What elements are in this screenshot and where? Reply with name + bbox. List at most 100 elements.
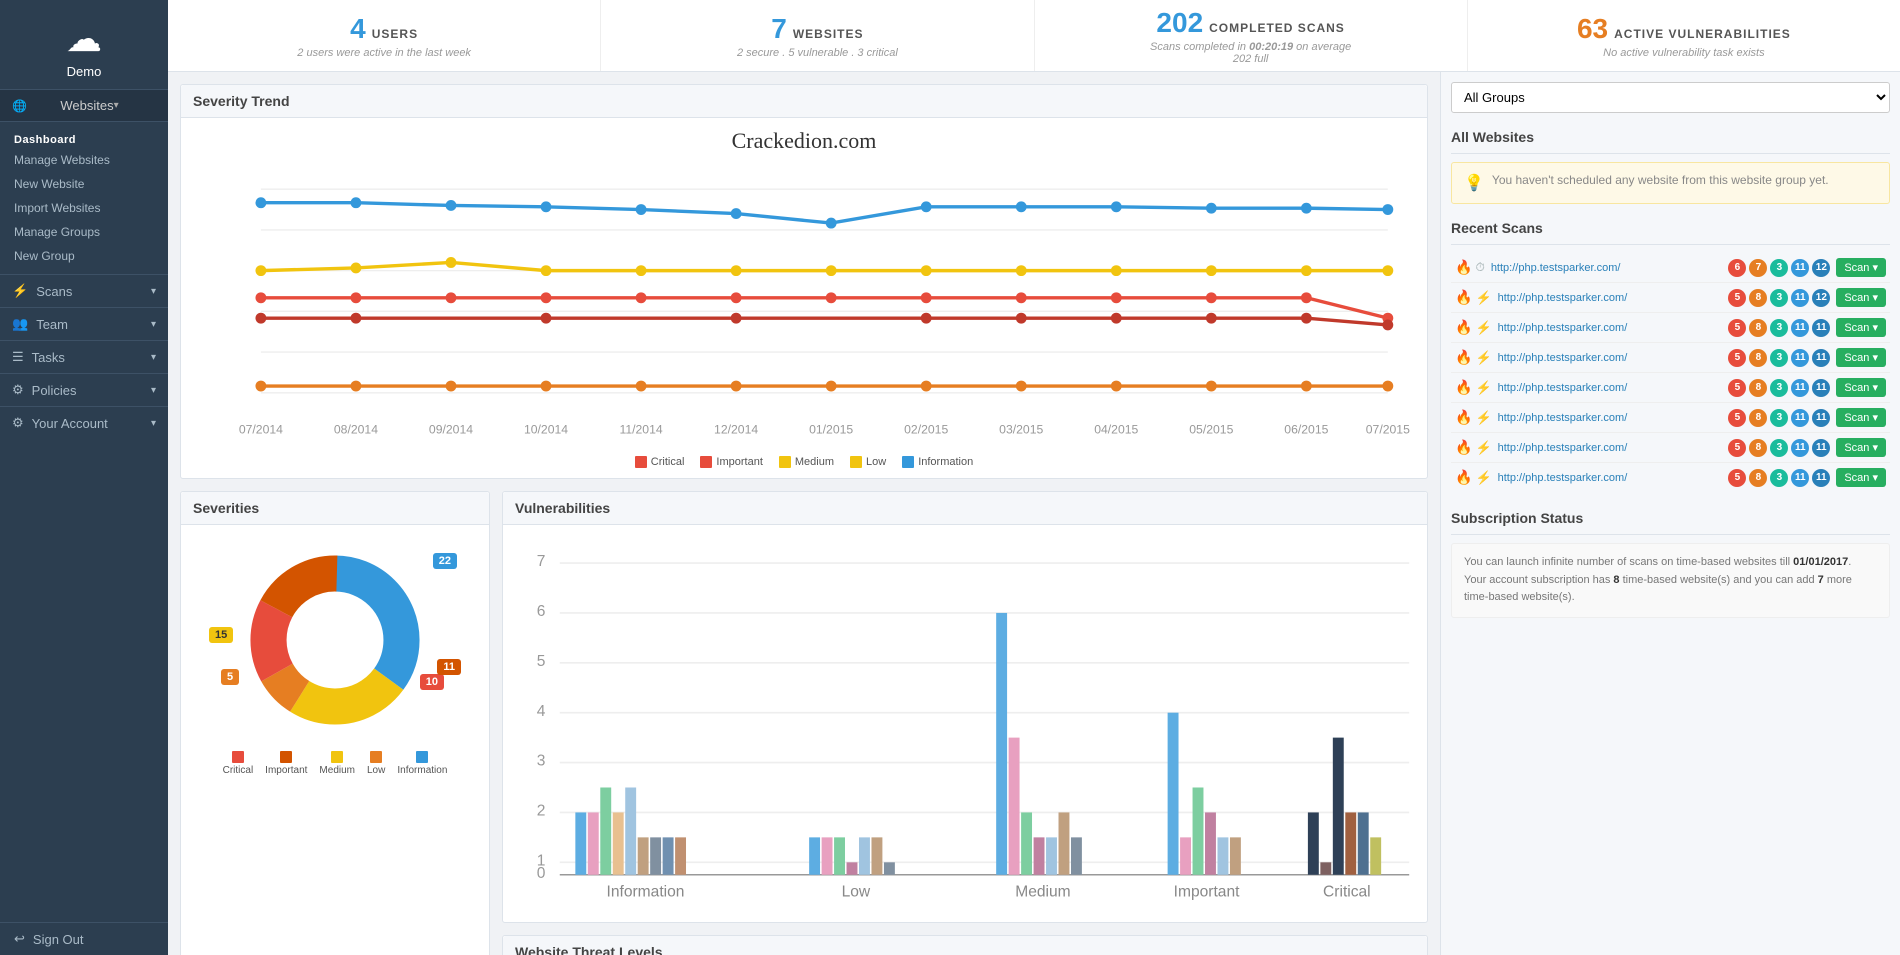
nav-new-website[interactable]: New Website — [0, 172, 168, 196]
websites-toggle[interactable]: 🌐 Websites ▾ — [0, 90, 168, 122]
scan-icons: 🔥 ⏱ — [1455, 259, 1485, 276]
scan-button[interactable]: Scan ▾ — [1836, 408, 1886, 427]
svg-text:3: 3 — [537, 753, 546, 770]
recent-scans-title: Recent Scans — [1451, 214, 1890, 245]
nav-manage-groups[interactable]: Manage Groups — [0, 220, 168, 244]
users-sub: 2 users were active in the last week — [297, 47, 471, 59]
trend-svg: 07/2014 08/2014 09/2014 10/2014 11/2014 … — [193, 162, 1415, 447]
scan-badges: 5 8 3 11 11 — [1728, 319, 1830, 337]
nav-your-account[interactable]: ⚙ Your Account ▾ — [0, 406, 168, 439]
fire-icon: 🔥 — [1455, 259, 1472, 276]
scan-button[interactable]: Scan ▾ — [1836, 318, 1886, 337]
svg-text:10/2014: 10/2014 — [524, 423, 568, 437]
badge-red: 6 — [1728, 259, 1746, 277]
scan-url[interactable]: http://php.testsparker.com/ — [1498, 352, 1723, 364]
scan-button[interactable]: Scan ▾ — [1836, 348, 1886, 367]
scans-arrow: ▾ — [151, 286, 156, 297]
badge-blue-dark: 11 — [1812, 469, 1830, 487]
badge-teal: 3 — [1770, 409, 1788, 427]
badge-blue-dark: 11 — [1812, 319, 1830, 337]
sign-out[interactable]: ↩ Sign Out — [0, 922, 168, 955]
scan-badges: 5 8 3 11 11 — [1728, 379, 1830, 397]
sev-important: Important — [265, 751, 307, 776]
scan-icons: 🔥 ⚡ — [1455, 469, 1492, 486]
nav-tasks[interactable]: ☰ Tasks ▾ — [0, 340, 168, 373]
recent-scans-list: 🔥 ⏱ http://php.testsparker.com/ 6 7 3 11… — [1451, 253, 1890, 492]
scan-url[interactable]: http://php.testsparker.com/ — [1498, 322, 1723, 334]
severities-card: Severities — [180, 491, 490, 955]
threat-header: Website Threat Levels — [503, 936, 1427, 955]
scans-sub: Scans completed in 00:20:19 on average20… — [1150, 41, 1351, 65]
sev-low: Low — [367, 751, 385, 776]
scan-url[interactable]: http://php.testsparker.com/ — [1491, 262, 1723, 274]
nav-import-websites[interactable]: Import Websites — [0, 196, 168, 220]
scan-url[interactable]: http://php.testsparker.com/ — [1498, 412, 1723, 424]
bolt-icon: ⚡ — [1475, 350, 1491, 366]
globe-icon: 🌐 — [12, 99, 54, 113]
nav-scans[interactable]: ⚡ Scans ▾ — [0, 274, 168, 307]
badge-red: 5 — [1728, 319, 1746, 337]
badge-blue-dark: 11 — [1812, 409, 1830, 427]
nav-manage-websites[interactable]: Manage Websites — [0, 148, 168, 172]
websites-label: Websites — [60, 98, 113, 113]
bottom-row: Severities — [180, 491, 1428, 955]
scans-label: COMPLETED SCANS — [1209, 21, 1345, 35]
fire-icon: 🔥 — [1455, 349, 1472, 366]
trend-chart-container: Crackedion.com — [181, 118, 1427, 478]
scan-row: 🔥 ⚡ http://php.testsparker.com/ 5 8 3 11… — [1451, 433, 1890, 463]
badge-orange: 8 — [1749, 289, 1767, 307]
donut-container: 22 15 5 10 11 — [181, 525, 489, 745]
nav-new-group[interactable]: New Group — [0, 244, 168, 268]
scan-button[interactable]: Scan ▾ — [1836, 468, 1886, 487]
scan-url[interactable]: http://php.testsparker.com/ — [1498, 292, 1723, 304]
stat-active-vulnerabilities: 63 ACTIVE VULNERABILITIES No active vuln… — [1468, 0, 1900, 71]
fire-icon: 🔥 — [1455, 379, 1472, 396]
nav-team[interactable]: 👥 Team ▾ — [0, 307, 168, 340]
nav-policies[interactable]: ⚙ Policies ▾ — [0, 373, 168, 406]
svg-text:Important: Important — [1174, 884, 1240, 901]
badge-blue-med: 11 — [1791, 409, 1809, 427]
svg-text:02/2015: 02/2015 — [904, 423, 948, 437]
badge-red: 5 — [1728, 469, 1746, 487]
sev-legend: Critical Important Medium Low — [181, 745, 489, 786]
badge-orange: 8 — [1749, 439, 1767, 457]
scan-url[interactable]: http://php.testsparker.com/ — [1498, 442, 1723, 454]
scan-row: 🔥 ⚡ http://php.testsparker.com/ 5 8 3 11… — [1451, 283, 1890, 313]
svg-text:Information: Information — [607, 884, 685, 901]
fire-icon: 🔥 — [1455, 319, 1472, 336]
sign-out-icon: ↩ — [14, 931, 25, 947]
stat-users: 4 USERS 2 users were active in the last … — [168, 0, 601, 71]
svg-text:0: 0 — [537, 865, 546, 882]
policies-icon: ⚙ — [12, 382, 24, 398]
legend-medium: Medium — [779, 456, 834, 468]
scan-button[interactable]: Scan ▾ — [1836, 438, 1886, 457]
bar-chart-area: 7 6 5 4 3 2 1 0 — [503, 525, 1427, 922]
badge-orange: 8 — [1749, 379, 1767, 397]
scan-badges: 5 8 3 11 11 — [1728, 349, 1830, 367]
scan-url[interactable]: http://php.testsparker.com/ — [1498, 472, 1723, 484]
scan-row: 🔥 ⚡ http://php.testsparker.com/ 5 8 3 11… — [1451, 343, 1890, 373]
vuln-sub: No active vulnerability task exists — [1603, 47, 1764, 59]
bolt-icon: ⚡ — [1475, 410, 1491, 426]
scan-row: 🔥 ⚡ http://php.testsparker.com/ 5 8 3 11… — [1451, 463, 1890, 492]
scan-url[interactable]: http://php.testsparker.com/ — [1498, 382, 1723, 394]
dashboard-label[interactable]: Dashboard — [0, 128, 168, 148]
scan-icons: 🔥 ⚡ — [1455, 349, 1492, 366]
svg-text:4: 4 — [537, 703, 546, 720]
badge-blue-dark: 12 — [1812, 259, 1830, 277]
donut-svg — [240, 545, 430, 735]
scan-button[interactable]: Scan ▾ — [1836, 288, 1886, 307]
badge-orange: 8 — [1749, 469, 1767, 487]
subscription-box: You can launch infinite number of scans … — [1451, 543, 1890, 618]
scan-button[interactable]: Scan ▾ — [1836, 258, 1886, 277]
account-arrow: ▾ — [151, 418, 156, 429]
svg-text:5: 5 — [537, 653, 546, 670]
svg-text:08/2014: 08/2014 — [334, 423, 378, 437]
group-select[interactable]: All Groups — [1451, 82, 1890, 113]
logo-area: ☁ Demo — [0, 0, 168, 90]
vuln-label: ACTIVE VULNERABILITIES — [1614, 27, 1791, 41]
subscription-section: Subscription Status You can launch infin… — [1451, 504, 1890, 618]
scan-button[interactable]: Scan ▾ — [1836, 378, 1886, 397]
svg-text:06/2015: 06/2015 — [1284, 423, 1328, 437]
svg-text:07/2014: 07/2014 — [239, 423, 283, 437]
